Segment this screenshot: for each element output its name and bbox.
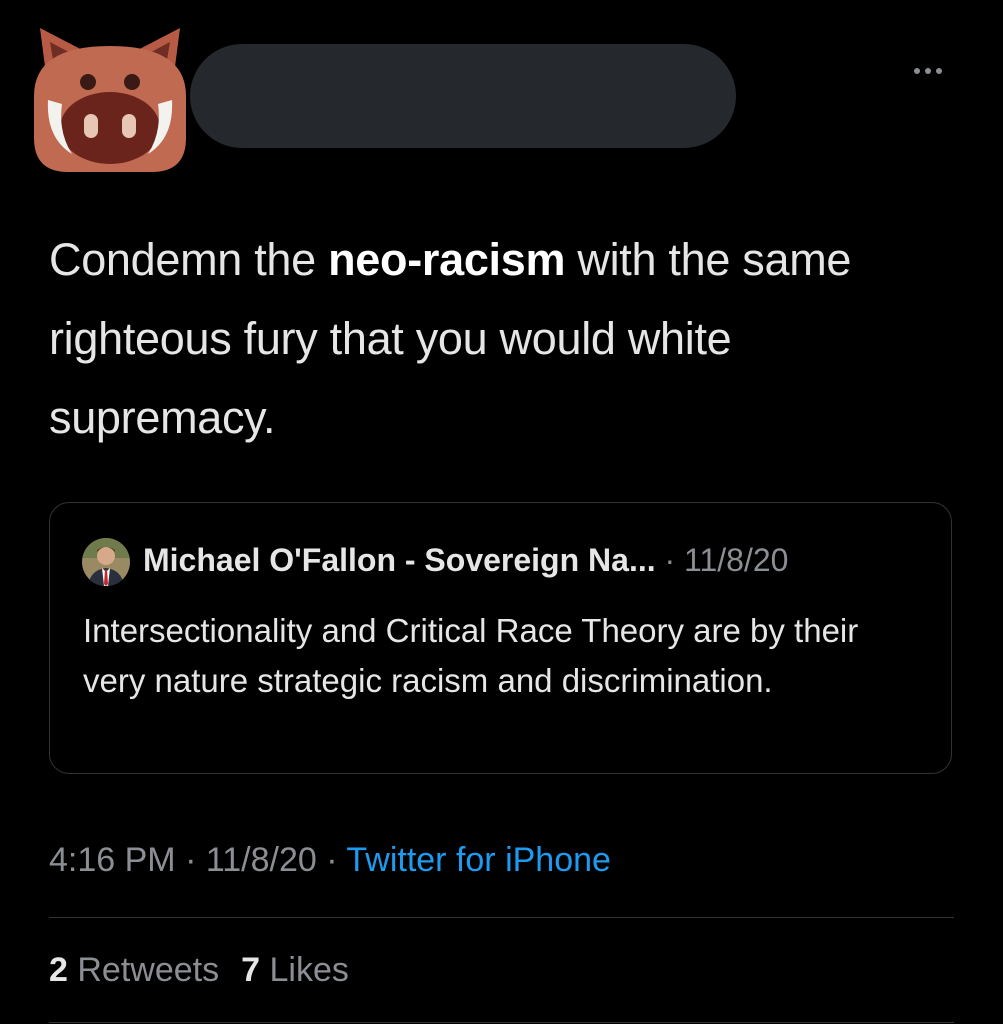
likes-count: 7: [241, 951, 261, 989]
boar-face-icon: [34, 28, 186, 172]
retweets-label: Retweets: [67, 951, 220, 989]
more-options-icon[interactable]: [914, 63, 954, 79]
tweet-text-bold: neo-racism: [328, 234, 566, 285]
divider: [49, 917, 954, 918]
divider: [49, 1022, 954, 1023]
tweet-meta: 4:16 PM · 11/8/20 · Twitter for iPhone: [49, 838, 611, 882]
likes-label: Likes: [260, 951, 349, 989]
meta-separator-1: ·: [175, 841, 206, 879]
meta-separator-2: ·: [316, 841, 347, 879]
redacted-username: [190, 44, 736, 148]
retweets-count: 2: [49, 951, 68, 989]
quoted-tweet-header: Michael O'Fallon - Sovereign Na... · 11/…: [143, 539, 788, 581]
quoted-tweet-text: Intersectionality and Critical Race Theo…: [83, 612, 859, 699]
quoted-header-separator: ·: [655, 542, 685, 578]
user-avatar[interactable]: [28, 16, 192, 180]
quoted-author-name[interactable]: Michael O'Fallon - Sovereign Na...: [143, 542, 656, 578]
retweets-stat[interactable]: 2 Retweets: [49, 951, 219, 989]
tweet-stats: 2 Retweets 7 Likes: [49, 948, 349, 992]
tweet-date[interactable]: 11/8/20: [206, 841, 317, 879]
tweet-text: Condemn the neo-racism with the same rig…: [49, 220, 949, 457]
quoted-tweet-date[interactable]: 11/8/20: [684, 542, 788, 578]
quoted-author-avatar[interactable]: [82, 538, 130, 586]
tweet-text-part1: Condemn the: [49, 234, 329, 285]
quoted-tweet-card[interactable]: Michael O'Fallon - Sovereign Na... · 11/…: [49, 502, 952, 774]
likes-stat[interactable]: 7 Likes: [241, 951, 349, 989]
tweet-time[interactable]: 4:16 PM: [49, 841, 176, 879]
tweet-source-link[interactable]: Twitter for iPhone: [346, 841, 611, 879]
